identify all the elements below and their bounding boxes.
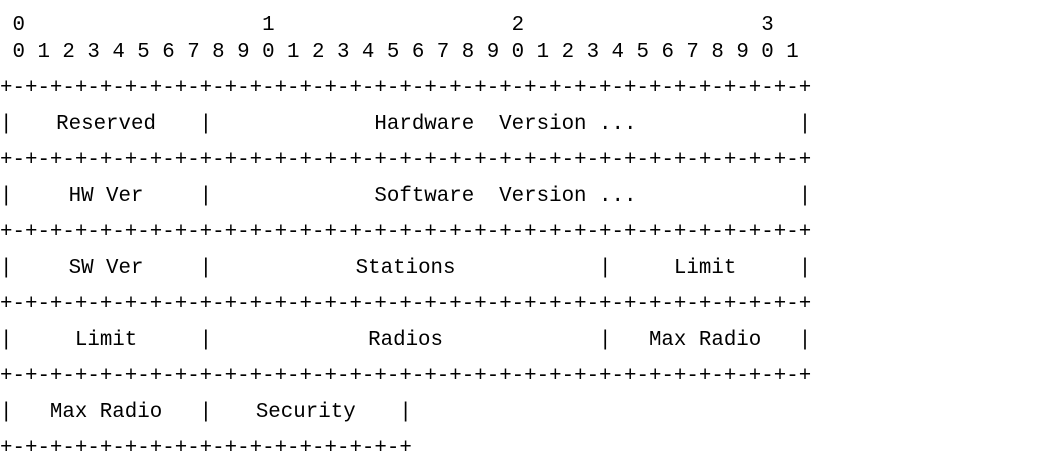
field-separator: | xyxy=(199,257,213,280)
field-separator: | xyxy=(798,185,812,208)
field-separator: | xyxy=(199,401,213,424)
field-label: Stations xyxy=(355,257,456,280)
packet-format-diagram: 0 1 2 3 0 1 2 3 4 5 6 7 8 9 0 1 2 3 4 5 … xyxy=(0,8,1038,460)
field-label: Security xyxy=(255,401,356,424)
field-separator: | xyxy=(0,257,13,280)
field-label: HW Ver xyxy=(68,185,144,208)
field-separator: | xyxy=(199,329,213,352)
row-border: +-+-+-+-+-+-+-+-+-+-+-+-+-+-+-+-+-+-+-+-… xyxy=(0,221,812,244)
field-label: Software Version ... xyxy=(374,185,637,208)
field-separator: | xyxy=(798,113,812,136)
row-border: +-+-+-+-+-+-+-+-+-+-+-+-+-+-+-+-+-+-+-+-… xyxy=(0,149,812,172)
field-separator: | xyxy=(199,113,213,136)
field-separator: | xyxy=(399,401,412,424)
field-separator: | xyxy=(199,185,213,208)
field-separator: | xyxy=(0,329,13,352)
row-border: +-+-+-+-+-+-+-+-+-+-+-+-+-+-+-+-+-+-+-+-… xyxy=(0,77,812,100)
field-label: Radios xyxy=(368,329,444,352)
field-label: Limit xyxy=(74,329,138,352)
field-label: Hardware Version ... xyxy=(374,113,637,136)
field-separator: | xyxy=(798,257,812,280)
field-separator: | xyxy=(599,329,612,352)
row-border: +-+-+-+-+-+-+-+-+-+-+-+-+-+-+-+-+ xyxy=(0,437,412,460)
field-separator: | xyxy=(599,257,612,280)
bit-ruler-ones: 0 1 2 3 4 5 6 7 8 9 0 1 2 3 4 5 6 7 8 9 … xyxy=(0,41,799,64)
field-separator: | xyxy=(0,113,13,136)
field-label: SW Ver xyxy=(68,257,144,280)
field-separator: | xyxy=(0,401,13,424)
field-label: Max Radio xyxy=(49,401,163,424)
row-border: +-+-+-+-+-+-+-+-+-+-+-+-+-+-+-+-+-+-+-+-… xyxy=(0,293,812,316)
field-label: Max Radio xyxy=(648,329,762,352)
field-label: Limit xyxy=(673,257,737,280)
field-separator: | xyxy=(0,185,13,208)
field-separator: | xyxy=(798,329,812,352)
row-border: +-+-+-+-+-+-+-+-+-+-+-+-+-+-+-+-+-+-+-+-… xyxy=(0,365,812,388)
field-label: Reserved xyxy=(56,113,156,136)
